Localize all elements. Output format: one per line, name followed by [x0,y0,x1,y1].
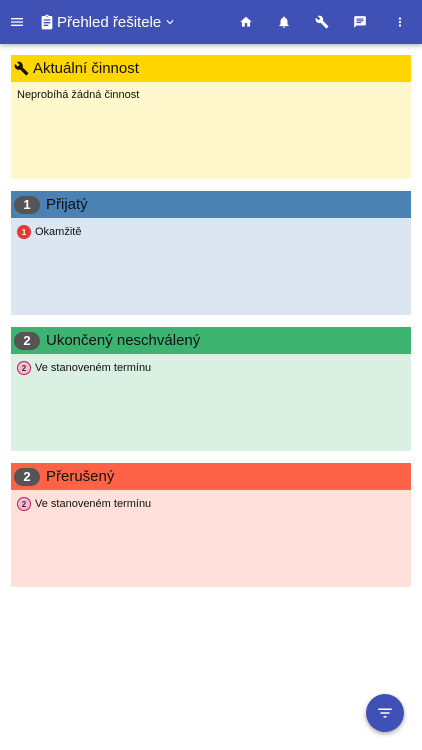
item-count-badge: 2 [17,361,31,375]
count-badge: 1 [14,195,40,214]
list-item[interactable]: 2 Ve stanoveném termínu [17,361,405,375]
count-badge: 2 [14,467,40,486]
filter-icon [376,704,394,722]
status-section-header[interactable]: 2 Přerušený [11,463,411,490]
page-title: Přehled řešitele [57,13,162,31]
current-activity-message: Neprobíhá žádná činnost [17,89,140,101]
message-icon[interactable] [349,11,371,33]
filter-button[interactable] [366,694,404,732]
current-activity-title: Aktuální činnost [33,60,139,77]
count-badge: 2 [14,331,40,350]
wrench-icon [14,61,29,76]
current-activity-section: Aktuální činnost Neprobíhá žádná činnost [11,55,411,179]
item-label: Ve stanoveném termínu [35,362,152,374]
current-activity-body: Neprobíhá žádná činnost [11,82,411,179]
item-count-badge: 2 [17,497,31,511]
status-section-body: 2 Ve stanoveném termínu [11,490,411,587]
status-section-ukonceny-neschvaleny[interactable]: 2 Ukončený neschválený 2 Ve stanoveném t… [11,327,411,451]
current-activity-header: Aktuální činnost [11,55,411,82]
status-section-body: 2 Ve stanoveném termínu [11,354,411,451]
item-label: Okamžitě [35,226,82,238]
home-icon[interactable] [235,11,257,33]
clipboard-icon [40,14,54,30]
status-section-prijaty[interactable]: 1 Přijatý 1 Okamžitě [11,191,411,315]
status-section-title: Přijatý [46,196,88,213]
list-item[interactable]: 2 Ve stanoveném termínu [17,497,405,511]
wrench-icon[interactable] [311,11,333,33]
status-section-header[interactable]: 1 Přijatý [11,191,411,218]
status-section-body: 1 Okamžitě [11,218,411,315]
list-item[interactable]: 1 Okamžitě [17,225,405,239]
app-bar: Přehled řešitele [0,0,422,44]
item-count-badge: 1 [17,225,31,239]
status-section-header[interactable]: 2 Ukončený neschválený [11,327,411,354]
page-title-dropdown[interactable]: Přehled řešitele [40,11,177,33]
bell-icon[interactable] [273,11,295,33]
menu-icon[interactable] [6,11,28,33]
more-vert-icon[interactable] [389,11,411,33]
status-section-preruseny[interactable]: 2 Přerušený 2 Ve stanoveném termínu [11,463,411,587]
item-label: Ve stanoveném termínu [35,498,152,510]
chevron-down-icon [163,15,177,29]
status-section-title: Ukončený neschválený [46,332,201,349]
status-section-title: Přerušený [46,468,115,485]
